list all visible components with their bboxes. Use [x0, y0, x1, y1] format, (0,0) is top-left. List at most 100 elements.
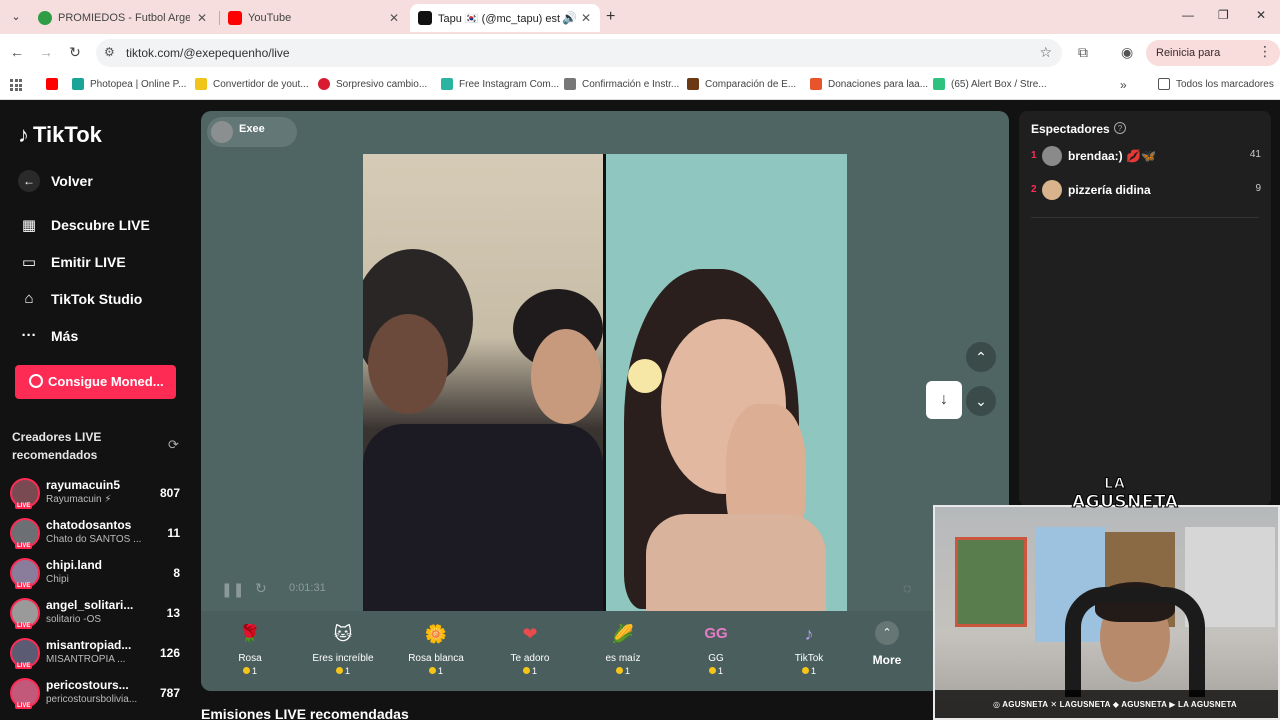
replay-icon[interactable]: ↻: [255, 580, 267, 597]
creator-subtitle: Chato do SANTOS ...: [46, 534, 142, 545]
address-bar[interactable]: ⚙ tiktok.com/@exepequenho/live ☆: [96, 39, 1062, 67]
close-tab-icon[interactable]: ✕: [580, 11, 592, 25]
next-live-icon[interactable]: ⌄: [966, 386, 996, 416]
bookmark-item[interactable]: Comparación de E...: [687, 78, 796, 90]
poster-image: [955, 537, 1027, 627]
live-badge: LIVE: [15, 543, 33, 549]
get-coins-button[interactable]: Consigue Moned...: [15, 365, 176, 399]
tab-tiktok-live[interactable]: Tapu 🇰🇷 (@mc_tapu) está en 🔊 ✕: [410, 4, 600, 32]
bookmark-item[interactable]: Donaciones para laa...: [810, 78, 928, 90]
nav-tiktok-studio[interactable]: ⌂ TikTok Studio: [18, 290, 142, 307]
bookmark-item[interactable]: Free Instagram Com...: [441, 78, 559, 90]
creator-subtitle: Rayumacuin ⚡: [46, 494, 112, 505]
browser-tab-strip: ⌄ PROMIEDOS - Futbol Argentino ✕ YouTube…: [0, 0, 1280, 34]
tab-promiedos[interactable]: PROMIEDOS - Futbol Argentino ✕: [30, 4, 216, 32]
gift-bar: 🌹 Rosa 1 🐱 Eres increíble 1 🌼 Rosa blanc…: [201, 611, 1009, 691]
close-tab-icon[interactable]: ✕: [388, 11, 400, 25]
tiktok-logo[interactable]: ♪ TikTok: [18, 122, 102, 148]
gift-item[interactable]: 🌹 Rosa 1: [210, 619, 290, 676]
profile-icon[interactable]: ◉: [1121, 44, 1133, 61]
live-video[interactable]: [363, 154, 847, 612]
nav-go-live[interactable]: ▭ Emitir LIVE: [18, 253, 126, 271]
gift-name: Rosa: [238, 653, 262, 664]
gift-item[interactable]: 🐱 Eres increíble 1: [303, 619, 383, 676]
gift-item[interactable]: 🌽 es maíz 1: [583, 619, 663, 676]
bookmark-item[interactable]: (65) Alert Box / Stre...: [933, 78, 1047, 90]
close-window-icon[interactable]: ✕: [1256, 8, 1266, 22]
chrome-menu-icon[interactable]: ⋮: [1258, 43, 1272, 60]
bookmark-item[interactable]: Confirmación e Instr...: [564, 78, 679, 90]
bookmark-label: Free Instagram Com...: [459, 78, 560, 90]
more-label: More: [872, 653, 902, 667]
recommended-lives-title: Emisiones LIVE recomendadas: [201, 706, 409, 720]
viewer-row[interactable]: 1 brendaa:) 💋🦋 41: [1031, 145, 1261, 169]
gift-item[interactable]: GG GG 1: [676, 619, 756, 676]
person-body: [363, 424, 603, 612]
download-icon[interactable]: ↓: [926, 381, 962, 419]
viewer-row[interactable]: 2 pizzería didina 9: [1031, 179, 1261, 203]
viewer-score: 41: [1249, 149, 1261, 160]
creator-name: misantropiad...: [46, 638, 132, 652]
photopea-icon: [72, 78, 84, 90]
nav-back[interactable]: ← Volver: [18, 170, 93, 192]
help-icon[interactable]: ?: [1114, 122, 1126, 134]
forward-icon[interactable]: →: [37, 44, 55, 60]
tab-youtube[interactable]: YouTube ✕: [220, 4, 408, 32]
folder-icon: [1158, 78, 1170, 90]
bookmark-item[interactable]: Sorpresivo cambio...: [318, 78, 427, 90]
minimize-icon[interactable]: —: [1182, 8, 1194, 22]
dots-icon: ···: [21, 327, 37, 344]
guest-camera-right: [606, 154, 847, 612]
brand-top: LA: [1104, 476, 1126, 493]
creator-item[interactable]: LIVE chipi.land Chipi 8: [10, 556, 190, 592]
bookmark-item[interactable]: Photopea | Online P...: [72, 78, 186, 90]
previous-live-icon[interactable]: ⌃: [966, 342, 996, 372]
tab-title: Tapu 🇰🇷 (@mc_tapu) está en: [438, 12, 560, 25]
new-tab-icon[interactable]: +: [606, 8, 615, 26]
promiedos-favicon-icon: [38, 11, 52, 25]
bookmark-star-icon[interactable]: ☆: [1039, 44, 1052, 61]
gift-item[interactable]: ❤ Te adoro 1: [490, 619, 570, 676]
bookmark-youtube[interactable]: [46, 78, 64, 90]
reload-icon[interactable]: ↻: [66, 44, 84, 61]
restore-icon[interactable]: ❐: [1218, 8, 1229, 22]
all-bookmarks[interactable]: Todos los marcadores: [1158, 78, 1274, 90]
refresh-icon[interactable]: ⟳: [168, 437, 179, 453]
gift-name: TikTok: [794, 653, 824, 664]
creator-item[interactable]: LIVE misantropiad... MISANTROPIA ... 126: [10, 636, 190, 672]
gift-item[interactable]: 🌼 Rosa blanca 1: [396, 619, 476, 676]
coin-icon: [29, 374, 43, 388]
gift-price: 1: [210, 666, 290, 676]
creator-item[interactable]: LIVE chatodosantos Chato do SANTOS ... 1…: [10, 516, 190, 552]
instagram-tool-icon: [441, 78, 453, 90]
creator-item[interactable]: LIVE angel_solitari... solitario -OS 13: [10, 596, 190, 632]
creator-name: angel_solitari...: [46, 598, 134, 612]
nav-more[interactable]: ··· Más: [18, 327, 79, 344]
creator-item[interactable]: LIVE pericostours... pericostoursbolivia…: [10, 676, 190, 712]
apps-grid-icon[interactable]: [10, 79, 22, 91]
site-info-icon[interactable]: ⚙: [104, 45, 115, 59]
speaker-icon[interactable]: 🔊: [562, 11, 577, 25]
coins-label: Consigue Moned...: [48, 374, 164, 389]
live-badge: LIVE: [15, 503, 33, 509]
nav-label: Más: [51, 327, 79, 344]
back-icon[interactable]: ←: [8, 44, 26, 60]
camera-icon: ▭: [21, 254, 37, 271]
nav-label: TikTok Studio: [51, 290, 143, 307]
url-text[interactable]: tiktok.com/@exepequenho/live: [126, 46, 290, 60]
bookmark-item[interactable]: Convertidor de yout...: [195, 78, 309, 90]
close-tab-icon[interactable]: ✕: [196, 11, 208, 25]
host-info[interactable]: Exee: [207, 117, 297, 147]
nav-discover-live[interactable]: ▦ Descubre LIVE: [18, 216, 150, 234]
live-player[interactable]: Exee ❚❚ ↻ 0:01:31 ◌ ⌃ ⌄ ↓ 🌹 Rosa 1 🐱 Ere…: [201, 111, 1009, 691]
more-bookmarks-icon[interactable]: »: [1120, 78, 1127, 92]
gift-item[interactable]: ♪ TikTok 1: [769, 619, 849, 676]
pause-icon[interactable]: ❚❚: [221, 581, 244, 598]
extensions-icon[interactable]: ⧉: [1078, 44, 1088, 61]
creator-item[interactable]: LIVE rayumacuin5 Rayumacuin ⚡ 807: [10, 476, 190, 512]
gift-name: Rosa blanca: [408, 653, 464, 664]
loading-icon: ◌: [903, 580, 912, 596]
tab-search-chevron-icon[interactable]: ⌄: [8, 9, 24, 25]
tiktok-note-icon: ♪: [18, 122, 29, 147]
more-gifts-button[interactable]: ⌃ More: [869, 621, 905, 667]
